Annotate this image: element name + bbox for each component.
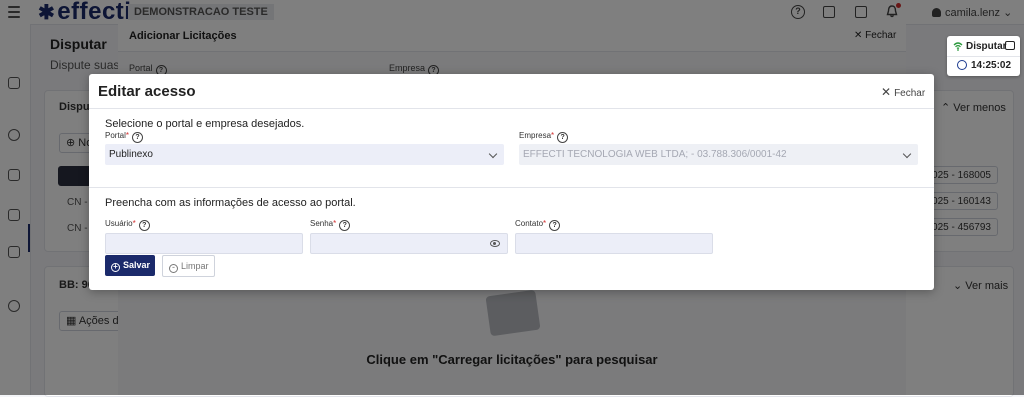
save-button[interactable]: + Salvar [105, 255, 155, 276]
clock-icon [957, 60, 967, 70]
portal-select[interactable]: Publinexo [105, 144, 504, 165]
dispute-widget[interactable]: Disputar 14:25:02 [947, 36, 1020, 76]
chevron-down-icon [488, 149, 498, 159]
help-icon: ? [549, 220, 561, 231]
widget-label: Disputar [966, 41, 1007, 52]
plus-circle-icon: + [111, 263, 120, 272]
senha-input[interactable] [310, 233, 508, 254]
section-title: Preencha com as informações de acesso ao… [105, 197, 356, 209]
widget-header: Disputar [947, 36, 1020, 57]
senha-label: Senha*? [310, 219, 351, 231]
help-icon: ? [138, 220, 150, 231]
fullscreen-icon[interactable] [1005, 41, 1015, 50]
help-icon: ? [557, 132, 569, 143]
empresa-label: Empresa*? [519, 131, 569, 143]
portal-label: Portal*? [105, 131, 144, 143]
usuario-input[interactable] [105, 233, 303, 254]
edit-access-modal: Editar acesso ✕ Fechar Selecione o portal… [89, 74, 934, 290]
section-title: Selecione o portal e empresa desejados. [105, 118, 305, 130]
usuario-label: Usuário*? [105, 219, 150, 231]
contato-label: Contato*? [515, 219, 561, 231]
divider [89, 108, 934, 109]
clear-button[interactable]: - Limpar [162, 255, 215, 277]
widget-time: 14:25:02 [971, 60, 1012, 71]
wifi-icon [953, 42, 963, 51]
help-icon: ? [132, 132, 144, 143]
eye-icon[interactable] [490, 240, 500, 247]
close-button[interactable]: ✕ Fechar [881, 85, 925, 99]
empresa-select[interactable]: EFFECTI TECNOLOGIA WEB LTDA; - 03.788.30… [519, 144, 918, 165]
chevron-down-icon [902, 149, 912, 159]
help-icon: ? [339, 220, 351, 231]
modal-title: Editar acesso [98, 83, 196, 100]
divider [89, 187, 934, 188]
minus-circle-icon: - [169, 263, 178, 273]
contato-input[interactable] [515, 233, 713, 254]
close-icon: ✕ [881, 85, 892, 99]
